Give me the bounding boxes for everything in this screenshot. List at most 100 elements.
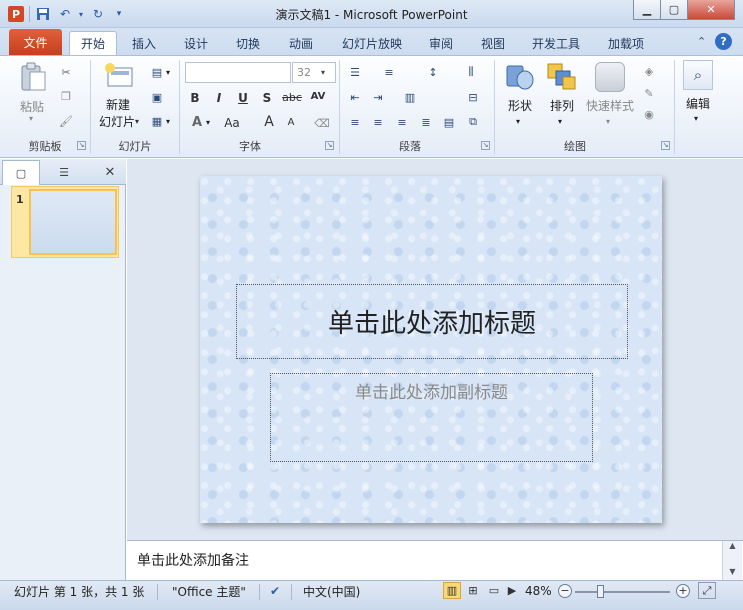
close-pane-icon[interactable]: ✕ xyxy=(97,160,123,185)
minimize-button[interactable]: ▁ xyxy=(633,0,661,20)
new-slide-icon[interactable] xyxy=(104,62,134,90)
zoom-level[interactable]: 48% xyxy=(525,582,552,600)
close-button[interactable]: ✕ xyxy=(687,0,735,20)
minimize-ribbon-icon[interactable]: ⌃ xyxy=(697,35,706,48)
bold-button[interactable]: B xyxy=(186,91,204,105)
strikethrough-button[interactable]: abc xyxy=(280,91,304,104)
slide-sorter-view-icon[interactable]: ⊞ xyxy=(464,582,482,599)
tab-transitions[interactable]: 切换 xyxy=(228,31,268,55)
zoom-slider-thumb[interactable] xyxy=(597,585,604,598)
numbering-icon[interactable]: ≡ xyxy=(381,64,397,80)
theme-status[interactable]: "Office 主题" xyxy=(172,582,246,600)
align-text-icon[interactable]: ⊟ xyxy=(465,89,481,105)
shape-effects-icon[interactable]: ◉ xyxy=(641,106,657,122)
slides-tab-icon[interactable]: ▢ xyxy=(2,160,40,185)
justify-icon[interactable]: ≣ xyxy=(418,114,434,130)
tab-home[interactable]: 开始 xyxy=(69,31,117,55)
font-name-combo[interactable] xyxy=(185,62,291,83)
tab-design[interactable]: 设计 xyxy=(176,31,216,55)
quick-styles-button[interactable]: 快速样式 xyxy=(584,97,636,114)
new-slide-dropdown-icon[interactable]: ▾ xyxy=(135,117,139,126)
clipboard-launcher-icon[interactable]: ↘ xyxy=(77,141,86,150)
spell-check-icon[interactable]: ✔ xyxy=(270,582,280,600)
help-icon[interactable]: ? xyxy=(715,33,732,50)
align-right-icon[interactable]: ≡ xyxy=(394,114,410,130)
tab-addins[interactable]: 加载项 xyxy=(600,31,652,55)
paste-button[interactable]: 粘贴 xyxy=(16,98,48,115)
grow-font-button[interactable]: A xyxy=(260,114,278,130)
slideshow-view-icon[interactable]: ▶ xyxy=(503,582,521,599)
italic-button[interactable]: I xyxy=(210,91,228,105)
tab-developer[interactable]: 开发工具 xyxy=(524,31,588,55)
underline-button[interactable]: U xyxy=(234,91,252,105)
normal-view-icon[interactable]: ▥ xyxy=(443,582,461,599)
drawing-launcher-icon[interactable]: ↘ xyxy=(661,141,670,150)
arrange-button[interactable]: 排列 xyxy=(545,97,579,114)
shapes-button[interactable]: 形状 xyxy=(503,97,537,114)
subtitle-placeholder[interactable]: 单击此处添加副标题 xyxy=(270,373,593,462)
maximize-button[interactable]: ▢ xyxy=(660,0,688,20)
zoom-slider[interactable] xyxy=(575,591,670,593)
tab-file[interactable]: 文件 xyxy=(9,29,62,55)
shape-outline-icon[interactable]: ✎ xyxy=(641,85,657,101)
tab-slideshow[interactable]: 幻灯片放映 xyxy=(332,31,412,55)
notes-placeholder[interactable]: 单击此处添加备注 xyxy=(137,550,249,570)
editing-dropdown-icon[interactable]: ▾ xyxy=(694,114,698,123)
find-icon[interactable]: ⌕ xyxy=(683,60,713,90)
layout-dropdown-icon[interactable]: ▾ xyxy=(166,68,170,77)
language-status[interactable]: 中文(中国) xyxy=(303,582,360,600)
arrange-dropdown-icon[interactable]: ▾ xyxy=(558,117,562,126)
section-dropdown-icon[interactable]: ▾ xyxy=(166,117,170,126)
section-icon[interactable]: ▦ xyxy=(149,113,165,129)
font-size-combo[interactable]: 32 ▾ xyxy=(292,62,336,83)
outline-tab-icon[interactable]: ☰ xyxy=(44,160,84,185)
clear-formatting-icon[interactable]: ⌫ xyxy=(314,115,330,131)
title-placeholder[interactable]: 单击此处添加标题 xyxy=(236,284,628,359)
tab-view[interactable]: 视图 xyxy=(473,31,513,55)
new-slide-label-1[interactable]: 新建 xyxy=(98,96,138,113)
reading-view-icon[interactable]: ▭ xyxy=(485,582,503,599)
fit-to-window-icon[interactable]: ⤢ xyxy=(698,582,716,599)
paragraph-launcher-icon[interactable]: ↘ xyxy=(481,141,490,150)
zoom-in-button[interactable]: + xyxy=(676,584,690,598)
shadow-button[interactable]: S xyxy=(258,91,276,105)
font-size-dropdown-icon[interactable]: ▾ xyxy=(321,68,325,77)
font-color-button[interactable]: A xyxy=(188,115,206,130)
bullets-icon[interactable]: ☰ xyxy=(347,64,363,80)
quick-styles-dropdown-icon[interactable]: ▾ xyxy=(606,117,610,126)
slide-thumbnail[interactable] xyxy=(29,189,117,255)
arrange-icon[interactable] xyxy=(546,62,578,92)
quick-styles-icon[interactable] xyxy=(595,62,625,92)
notes-scrollbar[interactable]: ▲ ▼ xyxy=(722,541,742,580)
text-direction-icon[interactable]: ⫼ xyxy=(463,64,479,80)
shrink-font-button[interactable]: A xyxy=(282,117,300,128)
align-center-icon[interactable]: ≡ xyxy=(370,114,386,130)
font-color-dropdown-icon[interactable]: ▾ xyxy=(206,118,210,127)
shapes-dropdown-icon[interactable]: ▾ xyxy=(516,117,520,126)
shape-fill-icon[interactable]: ◈ xyxy=(641,63,657,79)
reset-slide-icon[interactable]: ▣ xyxy=(149,89,165,105)
layout-icon[interactable]: ▤ xyxy=(149,64,165,80)
columns-icon[interactable]: ▥ xyxy=(402,89,418,105)
decrease-indent-icon[interactable]: ⇤ xyxy=(347,89,363,105)
tab-animations[interactable]: 动画 xyxy=(281,31,321,55)
copy-icon[interactable]: ❐ xyxy=(58,88,74,104)
increase-indent-icon[interactable]: ⇥ xyxy=(370,89,386,105)
tab-review[interactable]: 审阅 xyxy=(421,31,461,55)
scroll-up-icon[interactable]: ▲ xyxy=(723,541,742,550)
paste-dropdown-icon[interactable]: ▾ xyxy=(29,114,33,123)
cut-icon[interactable]: ✂ xyxy=(58,64,74,80)
format-painter-icon[interactable]: 🖌 xyxy=(58,113,74,129)
zoom-out-button[interactable]: − xyxy=(558,584,572,598)
char-spacing-button[interactable]: AV xyxy=(307,91,329,102)
paste-icon[interactable] xyxy=(18,62,48,92)
smartart-icon[interactable]: ⧉ xyxy=(465,114,481,130)
scroll-down-icon[interactable]: ▼ xyxy=(723,567,742,576)
font-launcher-icon[interactable]: ↘ xyxy=(325,141,334,150)
editing-button[interactable]: 编辑 xyxy=(680,95,716,112)
new-slide-label-2[interactable]: 幻灯片 xyxy=(93,113,141,130)
distributed-icon[interactable]: ▤ xyxy=(441,114,457,130)
change-case-button[interactable]: Aa xyxy=(220,116,244,130)
align-left-icon[interactable]: ≡ xyxy=(347,114,363,130)
tab-insert[interactable]: 插入 xyxy=(124,31,164,55)
